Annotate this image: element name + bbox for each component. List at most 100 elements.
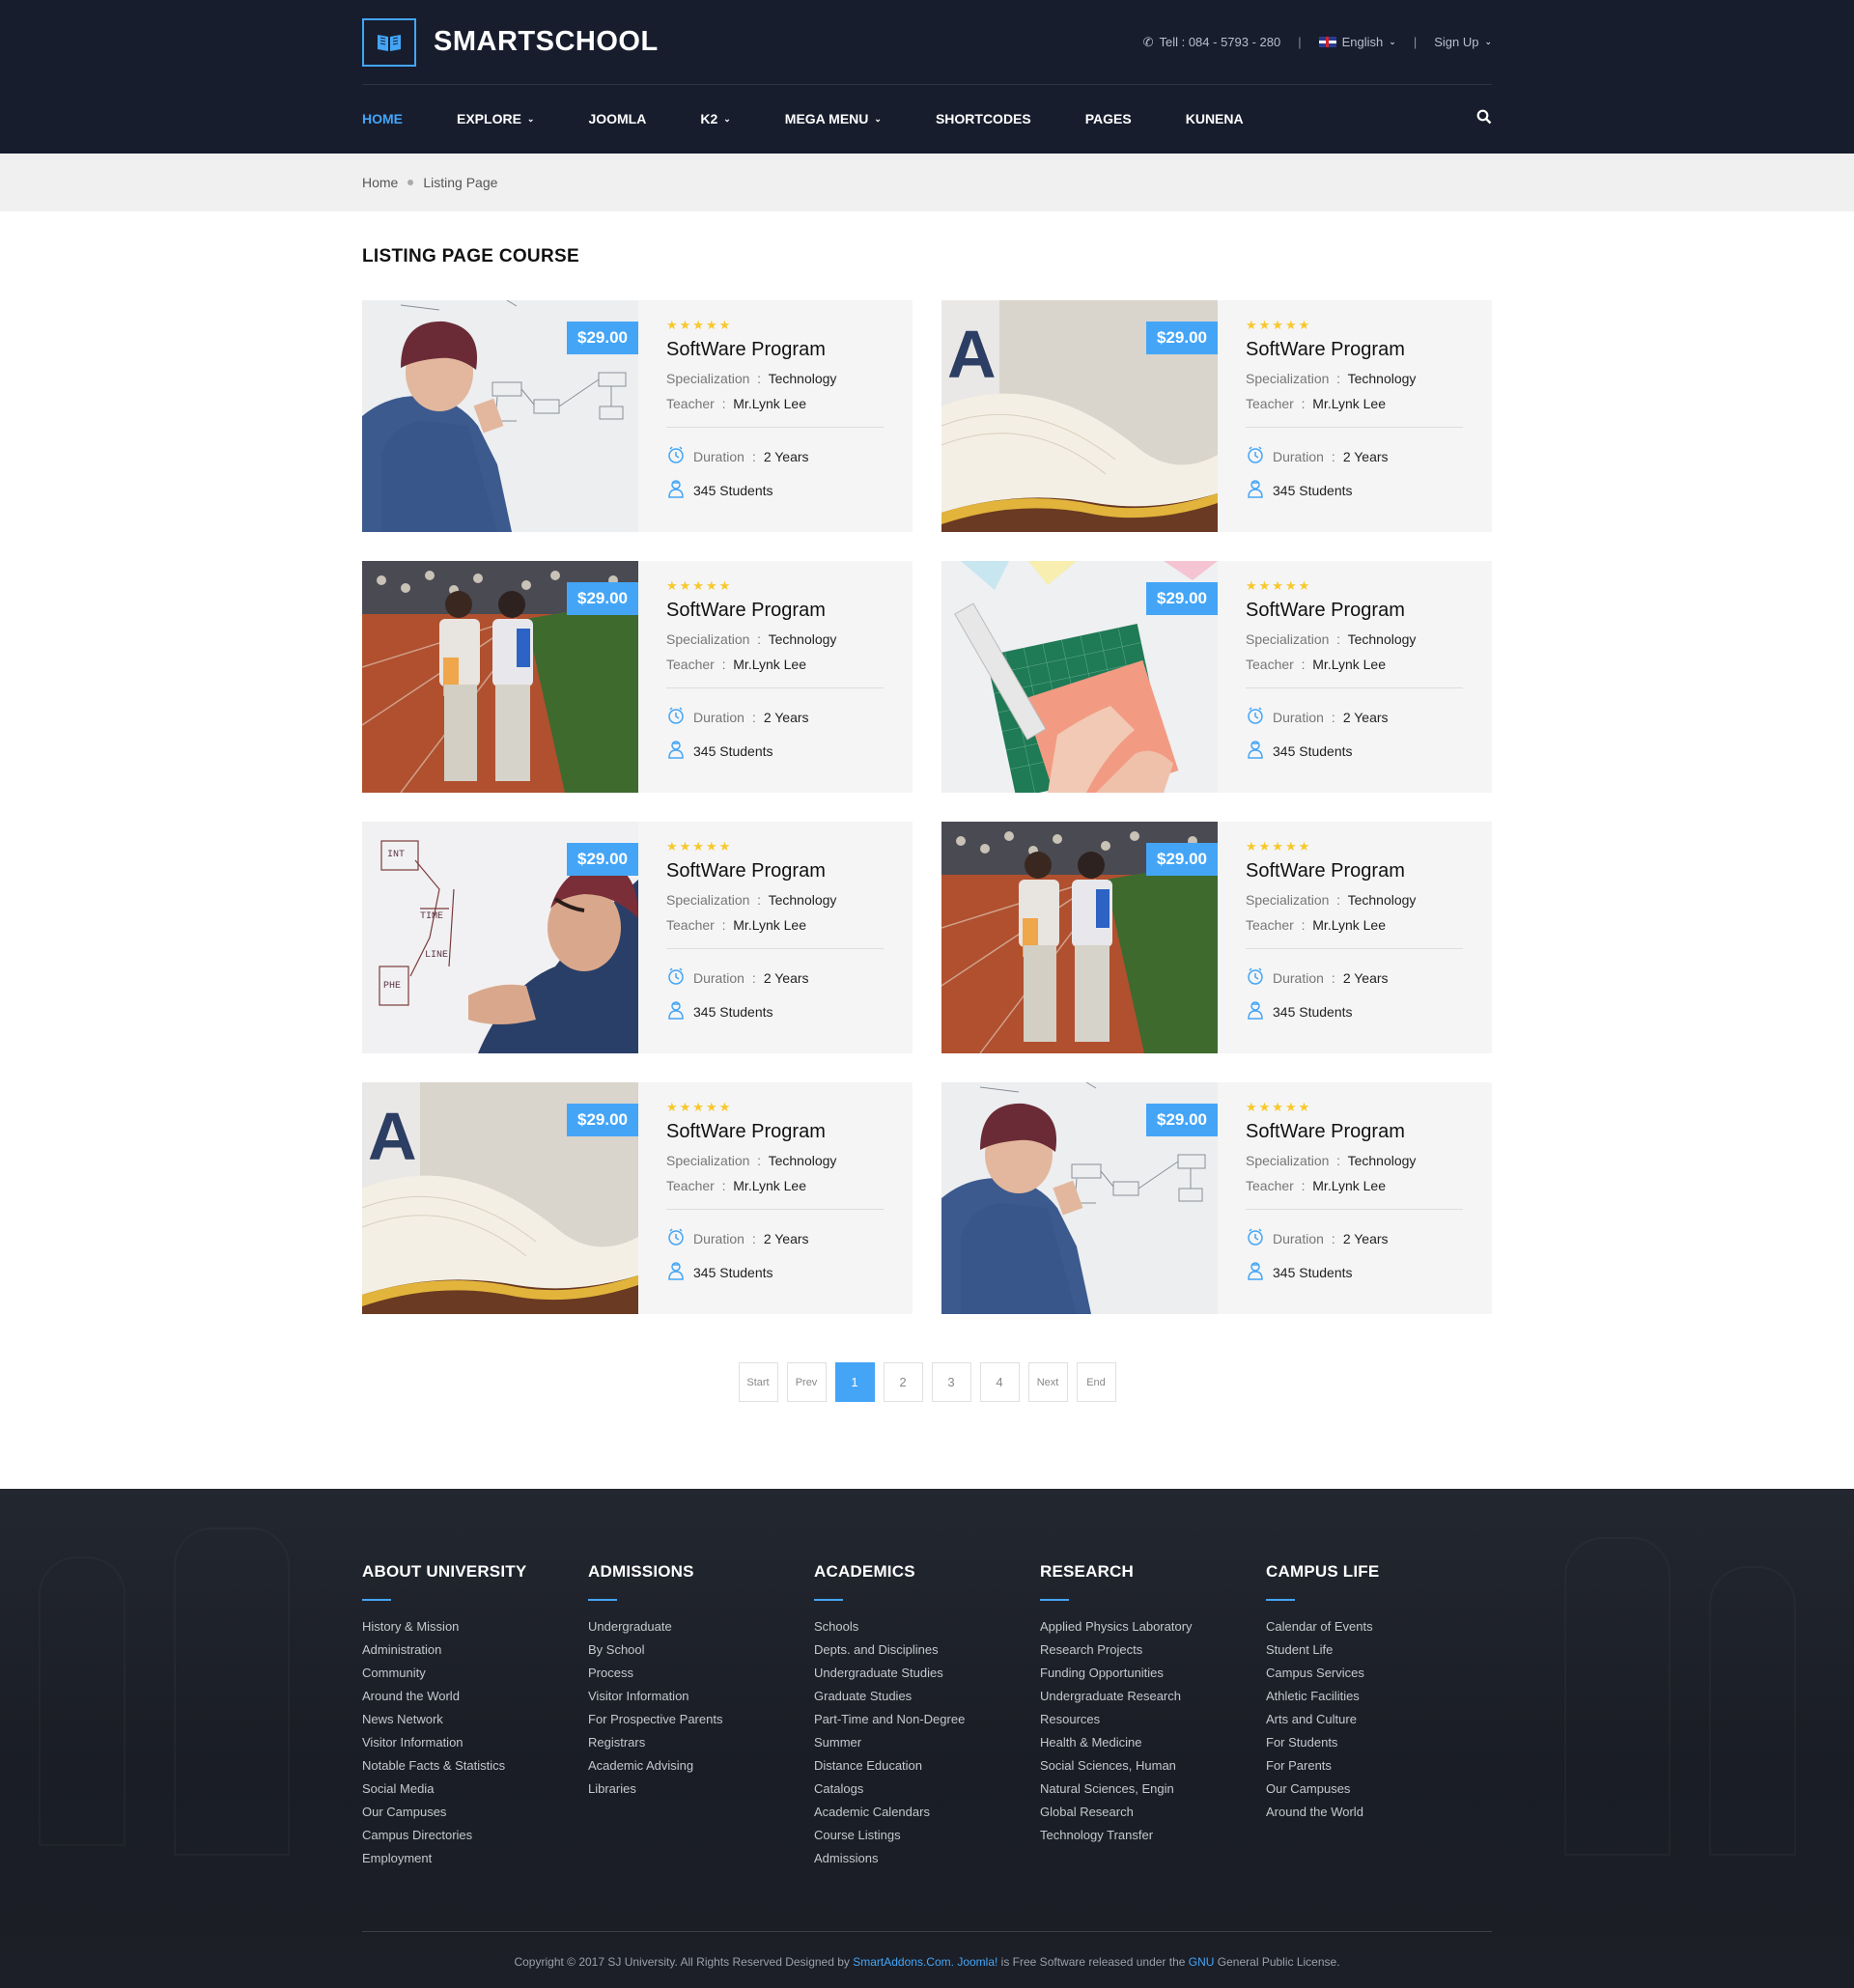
footer-link[interactable]: Catalogs [814,1780,1040,1797]
teacher-value[interactable]: Mr.Lynk Lee [1312,657,1386,672]
footer-link[interactable]: Research Projects [1040,1641,1266,1658]
nav-item-home[interactable]: HOME [362,111,403,126]
footer-link[interactable]: Employment [362,1850,588,1866]
footer-link[interactable]: For Prospective Parents [588,1711,814,1727]
footer-link[interactable]: Student Life [1266,1641,1492,1658]
footer-link[interactable]: Notable Facts & Statistics [362,1757,588,1774]
page-button-3[interactable]: 3 [931,1362,971,1402]
footer-link[interactable]: For Parents [1266,1757,1492,1774]
breadcrumb-home[interactable]: Home [362,175,398,190]
footer-link[interactable]: Depts. and Disciplines [814,1641,1040,1658]
course-title[interactable]: SoftWare Program [1246,600,1463,622]
course-image[interactable]: INT TIME LINE PHE $29.00 [362,822,638,1053]
course-image[interactable]: A $29.00 [362,1082,638,1314]
footer-link[interactable]: Undergraduate [588,1618,814,1635]
footer-link[interactable]: Academic Advising [588,1757,814,1774]
gnu-link[interactable]: GNU [1189,1955,1215,1969]
footer-link[interactable]: Visitor Information [588,1688,814,1704]
footer-link[interactable]: Calendar of Events [1266,1618,1492,1635]
page-button-2[interactable]: 2 [883,1362,923,1402]
footer-link[interactable]: Distance Education [814,1757,1040,1774]
footer-link[interactable]: Applied Physics Laboratory [1040,1618,1266,1635]
logo[interactable]: SMARTSCHOOL [362,17,659,67]
signup-dropdown[interactable]: Sign Up ⌄ [1434,35,1492,49]
course-image[interactable]: $29.00 [941,822,1218,1053]
footer-link[interactable]: Registrars [588,1734,814,1750]
course-image[interactable]: $29.00 [941,1082,1218,1314]
teacher-value[interactable]: Mr.Lynk Lee [1312,917,1386,933]
course-card[interactable]: $29.00 ★★★★★ SoftWare Program Specializa… [941,561,1492,793]
footer-link[interactable]: Libraries [588,1780,814,1797]
footer-link[interactable]: Campus Directories [362,1827,588,1843]
teacher-value[interactable]: Mr.Lynk Lee [1312,396,1386,411]
footer-link[interactable]: Resources [1040,1711,1266,1727]
footer-link[interactable]: Health & Medicine [1040,1734,1266,1750]
nav-item-k2[interactable]: K2 ⌄ [700,111,730,126]
footer-link[interactable]: Athletic Facilities [1266,1688,1492,1704]
footer-link[interactable]: Community [362,1665,588,1681]
joomla-link[interactable]: Joomla! [957,1955,997,1969]
course-card[interactable]: $29.00 ★★★★★ SoftWare Program Specializa… [362,300,913,532]
smartaddons-link[interactable]: SmartAddons.Com. [853,1955,954,1969]
phone-link[interactable]: ✆ Tell : 084 - 5793 - 280 [1143,35,1281,50]
footer-link[interactable]: Course Listings [814,1827,1040,1843]
footer-link[interactable]: News Network [362,1711,588,1727]
teacher-value[interactable]: Mr.Lynk Lee [1312,1178,1386,1193]
course-card[interactable]: A $29.00 ★★★★★ SoftWare Program Speciali… [362,1082,913,1314]
footer-link[interactable]: Academic Calendars [814,1804,1040,1820]
nav-item-explore[interactable]: EXPLORE ⌄ [457,111,534,126]
footer-link[interactable]: Our Campuses [1266,1780,1492,1797]
nav-item-shortcodes[interactable]: SHORTCODES [936,111,1031,126]
teacher-value[interactable]: Mr.Lynk Lee [733,1178,806,1193]
footer-link[interactable]: Process [588,1665,814,1681]
footer-link[interactable]: By School [588,1641,814,1658]
footer-link[interactable]: Administration [362,1641,588,1658]
footer-link[interactable]: Around the World [1266,1804,1492,1820]
course-image[interactable]: $29.00 [362,300,638,532]
course-card[interactable]: $29.00 ★★★★★ SoftWare Program Specializa… [941,822,1492,1053]
page-button-next[interactable]: Next [1027,1362,1068,1402]
footer-link[interactable]: Admissions [814,1850,1040,1866]
footer-link[interactable]: Graduate Studies [814,1688,1040,1704]
footer-link[interactable]: Part-Time and Non-Degree [814,1711,1040,1727]
nav-item-kunena[interactable]: KUNENA [1186,111,1244,126]
course-card[interactable]: INT TIME LINE PHE $29.00 ★★★★★ SoftWare Pro… [362,822,913,1053]
course-title[interactable]: SoftWare Program [666,1121,884,1143]
course-title[interactable]: SoftWare Program [666,339,884,361]
page-button-4[interactable]: 4 [979,1362,1020,1402]
page-button-end[interactable]: End [1076,1362,1116,1402]
search-icon[interactable] [1476,109,1492,129]
footer-link[interactable]: Visitor Information [362,1734,588,1750]
course-card[interactable]: $29.00 ★★★★★ SoftWare Program Specializa… [941,1082,1492,1314]
nav-item-pages[interactable]: PAGES [1085,111,1132,126]
course-image[interactable]: $29.00 [941,561,1218,793]
course-title[interactable]: SoftWare Program [1246,1121,1463,1143]
nav-item-mega-menu[interactable]: MEGA MENU ⌄ [785,111,882,126]
footer-link[interactable]: Global Research [1040,1804,1266,1820]
footer-link[interactable]: Arts and Culture [1266,1711,1492,1727]
footer-link[interactable]: Undergraduate Studies [814,1665,1040,1681]
footer-link[interactable]: Undergraduate Research [1040,1688,1266,1704]
nav-item-joomla[interactable]: JOOMLA [588,111,646,126]
footer-link[interactable]: Funding Opportunities [1040,1665,1266,1681]
page-button-start[interactable]: Start [738,1362,778,1402]
footer-link[interactable]: Around the World [362,1688,588,1704]
course-card[interactable]: A $29.00 ★★★★★ SoftWare Program Speciali… [941,300,1492,532]
course-image[interactable]: $29.00 [362,561,638,793]
footer-link[interactable]: Technology Transfer [1040,1827,1266,1843]
footer-link[interactable]: Summer [814,1734,1040,1750]
teacher-value[interactable]: Mr.Lynk Lee [733,917,806,933]
footer-link[interactable]: For Students [1266,1734,1492,1750]
footer-link[interactable]: Schools [814,1618,1040,1635]
course-title[interactable]: SoftWare Program [1246,860,1463,882]
footer-link[interactable]: Our Campuses [362,1804,588,1820]
course-title[interactable]: SoftWare Program [666,600,884,622]
page-button-1[interactable]: 1 [834,1362,875,1402]
course-image[interactable]: A $29.00 [941,300,1218,532]
footer-link[interactable]: History & Mission [362,1618,588,1635]
page-button-prev[interactable]: Prev [786,1362,827,1402]
course-title[interactable]: SoftWare Program [1246,339,1463,361]
footer-link[interactable]: Social Sciences, Human [1040,1757,1266,1774]
teacher-value[interactable]: Mr.Lynk Lee [733,396,806,411]
footer-link[interactable]: Campus Services [1266,1665,1492,1681]
